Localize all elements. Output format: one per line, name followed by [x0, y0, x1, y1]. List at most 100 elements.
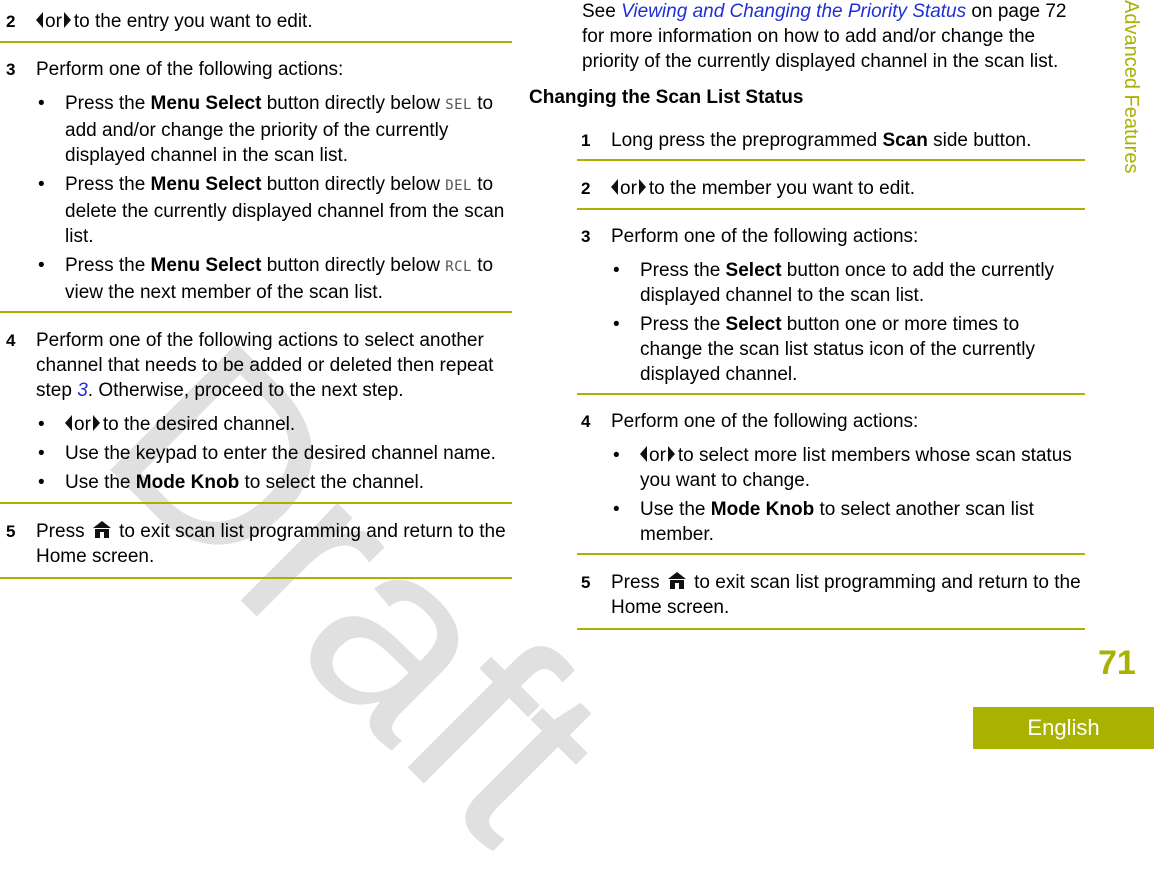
text: button directly below: [261, 255, 446, 276]
list-item: • Press the Menu Select button directly …: [36, 172, 512, 249]
step-text: Perform one of the following actions:: [611, 226, 919, 247]
list-item: • Press the Menu Select button directly …: [36, 91, 512, 168]
text: Press the: [640, 260, 726, 281]
button-name: Select: [725, 314, 782, 335]
bullet-icon: •: [613, 260, 620, 281]
list-item: • Use the keypad to enter the desired ch…: [36, 441, 512, 466]
bullet-icon: •: [38, 414, 45, 435]
text: button directly below: [261, 174, 446, 195]
step-number: 2: [6, 12, 16, 31]
step-2: 2 or to the entry you want to edit.: [0, 9, 512, 34]
language-tab: English: [973, 707, 1154, 749]
list-item: • or to select more list members whose sc…: [611, 443, 1085, 493]
step-5: 5 Press to exit scan list programming an…: [0, 519, 512, 569]
divider: [577, 208, 1085, 210]
bullet-icon: •: [613, 445, 620, 466]
list-item: • Press the Menu Select button directly …: [36, 253, 512, 305]
control-name: Mode Knob: [135, 472, 240, 493]
step-number: 1: [581, 131, 591, 150]
button-name: Menu Select: [150, 93, 262, 114]
right-arrow-icon: [638, 179, 646, 195]
bullet-icon: •: [38, 443, 45, 464]
section-heading: Changing the Scan List Status: [529, 87, 804, 108]
text: Press the: [65, 255, 151, 276]
step-2: 2 or to the member you want to edit.: [577, 176, 1085, 201]
left-arrow-icon: [36, 12, 43, 28]
right-arrow-icon: [667, 446, 675, 462]
page-number: 71: [1098, 644, 1136, 682]
text: Use the keypad to enter the desired chan…: [65, 443, 496, 464]
bullet-icon: •: [613, 499, 620, 520]
divider: [0, 502, 512, 504]
text: to select more list members whose scan s…: [640, 445, 1072, 491]
list-item: • Use the Mode Knob to select another sc…: [611, 497, 1085, 547]
step-number: 3: [6, 60, 16, 79]
cross-reference-link[interactable]: Viewing and Changing the Priority Status: [621, 1, 966, 22]
bullet-list: • or to the desired channel. • Use the ke…: [36, 412, 512, 495]
step-text: . Otherwise, proceed to the next step.: [87, 380, 404, 401]
button-name: Menu Select: [150, 255, 262, 276]
step-5: 5 Press to exit scan list programming an…: [577, 570, 1085, 620]
text: Press: [36, 521, 85, 542]
or-label: or: [620, 178, 637, 199]
divider: [577, 159, 1085, 161]
divider: [577, 628, 1085, 630]
bullet-list: • Press the Menu Select button directly …: [36, 91, 512, 305]
button-name: Scan: [882, 130, 928, 151]
left-arrow-icon: [640, 446, 647, 462]
softkey-label: DEL: [445, 178, 472, 194]
text: See: [582, 1, 622, 22]
bullet-list: • Press the Select button once to add th…: [611, 258, 1085, 387]
step-number: 5: [6, 522, 16, 541]
softkey-label: SEL: [445, 97, 472, 113]
right-arrow-icon: [63, 12, 71, 28]
or-label: or: [45, 11, 62, 32]
step-3: 3 Perform one of the following actions: …: [0, 57, 512, 305]
button-name: Select: [725, 260, 782, 281]
step-text: Perform one of the following actions:: [36, 59, 344, 80]
text: Use the: [65, 472, 136, 493]
home-icon: [667, 572, 686, 589]
bullet-icon: •: [38, 174, 45, 195]
step-number: 4: [581, 412, 591, 431]
text: Long press the preprogrammed: [611, 130, 883, 151]
text: Press the: [65, 93, 151, 114]
step-text: to the entry you want to edit.: [73, 11, 313, 32]
button-name: Menu Select: [150, 174, 262, 195]
divider: [0, 577, 512, 579]
text: Press the: [640, 314, 726, 335]
step-number: 2: [581, 179, 591, 198]
step-text: to the member you want to edit.: [648, 178, 916, 199]
left-arrow-icon: [65, 415, 72, 431]
bullet-list: • or to select more list members whose sc…: [611, 443, 1085, 547]
bullet-icon: •: [38, 472, 45, 493]
divider: [0, 311, 512, 313]
or-label: or: [74, 414, 91, 435]
bullet-icon: •: [613, 314, 620, 335]
divider: [0, 41, 512, 43]
text: to the desired channel.: [102, 414, 296, 435]
step-text: Perform one of the following actions:: [611, 411, 919, 432]
step-4: 4 Perform one of the following actions: …: [577, 409, 1085, 547]
bullet-icon: •: [38, 93, 45, 114]
divider: [577, 393, 1085, 395]
step-link[interactable]: 3: [77, 380, 88, 401]
right-arrow-icon: [92, 415, 100, 431]
control-name: Mode Knob: [710, 499, 815, 520]
text: to select the channel.: [239, 472, 425, 493]
home-icon: [92, 521, 111, 538]
text: side button.: [927, 130, 1032, 151]
section-side-tab: Advanced Features: [1120, 0, 1142, 174]
list-item: • Use the Mode Knob to select the channe…: [36, 470, 512, 495]
step-number: 5: [581, 573, 591, 592]
step-number: 4: [6, 331, 16, 350]
step-number: 3: [581, 227, 591, 246]
step-1: 1 Long press the preprogrammed Scan side…: [577, 128, 1085, 153]
left-column: 2 or to the entry you want to edit. 3 Per…: [0, 0, 512, 579]
text: Press the: [65, 174, 151, 195]
list-item: • Press the Select button one or more ti…: [611, 312, 1085, 387]
divider: [577, 553, 1085, 555]
step-3: 3 Perform one of the following actions: …: [577, 224, 1085, 387]
text: Press: [611, 572, 660, 593]
list-item: • Press the Select button once to add th…: [611, 258, 1085, 308]
